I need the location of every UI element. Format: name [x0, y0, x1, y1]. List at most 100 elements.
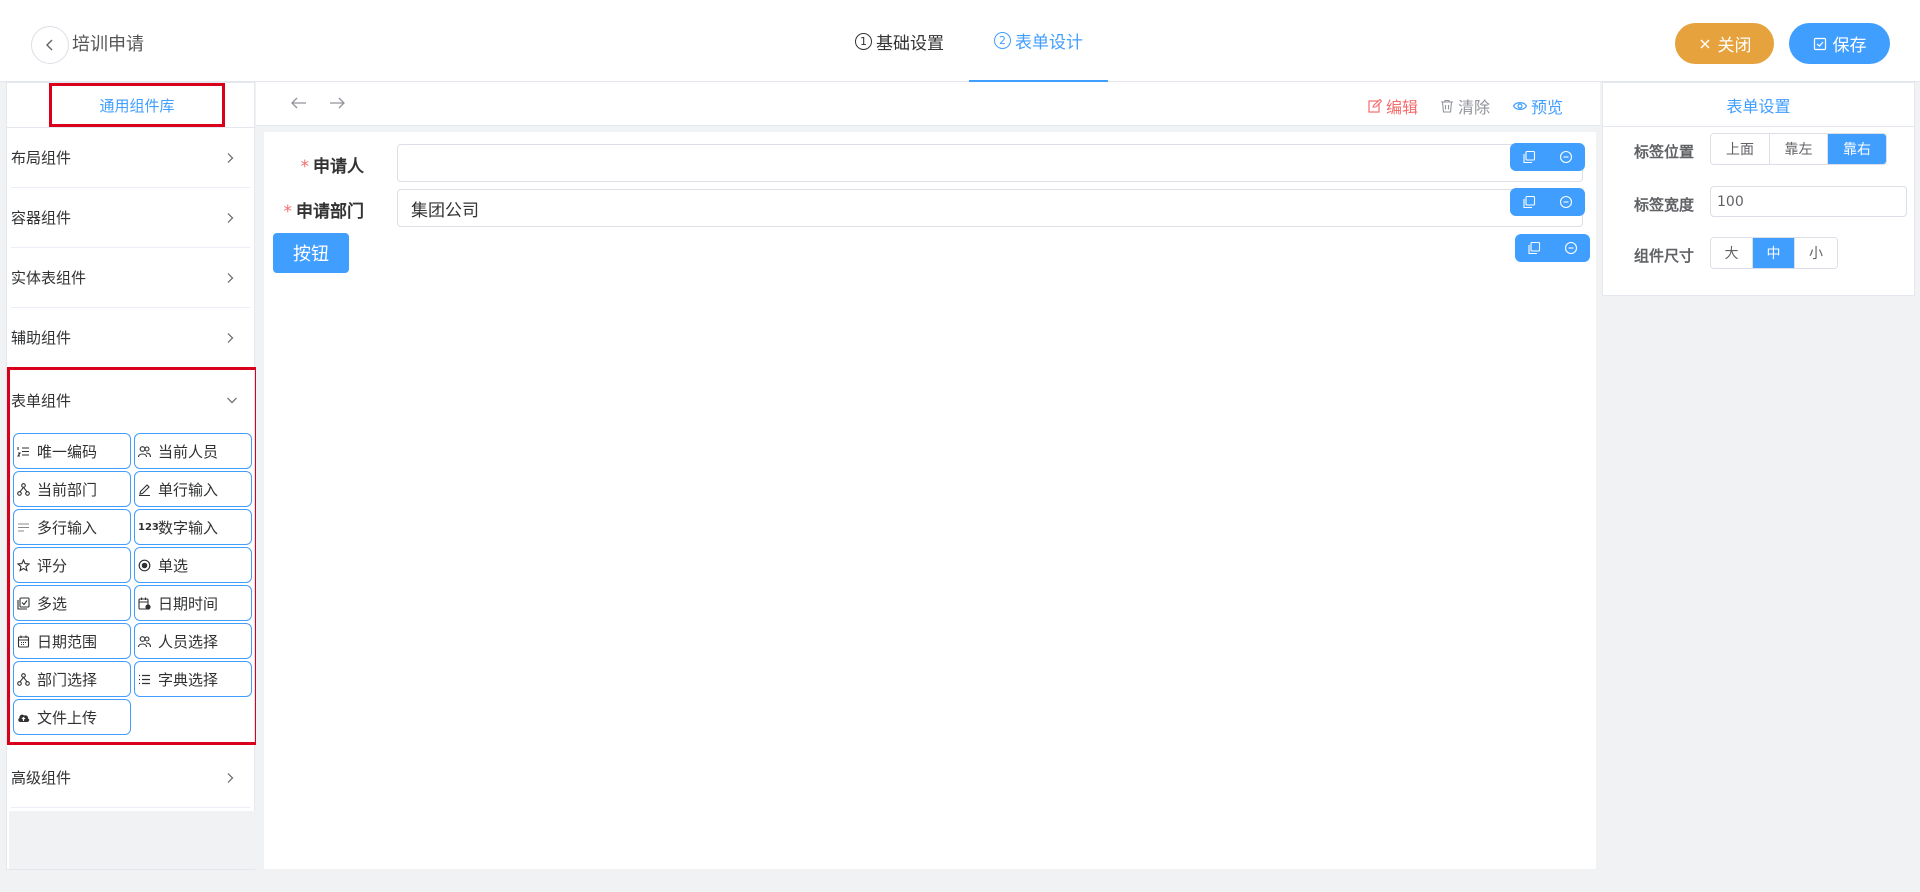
step-tabs: 1 基础设置 2 表单设计	[830, 0, 1108, 82]
setting-label-position: 标签位置 上面 靠左 靠右	[1603, 133, 1914, 167]
category-label: 布局组件	[11, 149, 72, 167]
chevron-left-icon	[46, 39, 53, 51]
copy-icon[interactable]	[1523, 237, 1545, 259]
component-checkbox[interactable]: 多选	[13, 585, 131, 621]
close-button[interactable]: 关闭	[1675, 23, 1774, 64]
undo-button[interactable]	[290, 94, 310, 114]
chevron-right-icon	[227, 772, 234, 783]
component-size-segmented: 大 中 小	[1710, 237, 1838, 269]
field-label-text: 申请人	[313, 157, 364, 177]
component-label: 数字输入	[158, 518, 219, 537]
component-current-user[interactable]: 当前人员	[134, 433, 252, 469]
option-medium[interactable]: 中	[1753, 238, 1795, 268]
row-tools	[1510, 188, 1585, 216]
close-icon	[1699, 38, 1710, 49]
row-tools	[1515, 234, 1590, 262]
checkbox-icon	[17, 596, 37, 610]
component-label: 文件上传	[37, 708, 98, 727]
category-layout[interactable]: 布局组件	[11, 128, 250, 188]
form-canvas: *申请人 *申请部门 按钮	[264, 132, 1596, 869]
org-icon	[17, 672, 37, 686]
form-row-department[interactable]: * 申请部门	[264, 188, 1596, 229]
category-container[interactable]: 容器组件	[11, 188, 250, 248]
component-label: 当前人员	[158, 442, 219, 461]
category-label: 表单组件	[11, 391, 72, 410]
chevron-right-icon	[227, 332, 234, 343]
component-label: 多行输入	[37, 518, 98, 537]
setting-component-size: 组件尺寸 大 中 小	[1603, 237, 1914, 271]
component-single-line-input[interactable]: 单行输入	[134, 471, 252, 507]
page-title: 培训申请	[72, 34, 144, 55]
option-right[interactable]: 靠右	[1828, 134, 1886, 164]
remove-icon[interactable]	[1560, 237, 1582, 259]
component-multi-line-input[interactable]: 多行输入	[13, 509, 131, 545]
clear-button[interactable]: 清除	[1440, 94, 1490, 118]
component-file-upload[interactable]: 文件上传	[13, 699, 131, 735]
component-label: 唯一编码	[37, 442, 98, 461]
step-number: 2	[994, 31, 1011, 49]
save-button[interactable]: 保存	[1789, 23, 1890, 64]
category-label: 实体表组件	[11, 269, 87, 287]
component-unique-code[interactable]: 唯一编码	[13, 433, 131, 469]
list-icon	[138, 673, 158, 686]
remove-icon[interactable]	[1555, 191, 1577, 213]
step-number: 1	[855, 32, 872, 50]
component-date-range[interactable]: 日期范围	[13, 623, 131, 659]
close-button-label: 关闭	[1717, 36, 1752, 55]
copy-icon[interactable]	[1518, 191, 1540, 213]
required-mark: *	[300, 157, 310, 177]
applicant-input[interactable]	[397, 144, 1583, 182]
option-small[interactable]: 小	[1795, 238, 1837, 268]
component-label: 部门选择	[37, 670, 98, 689]
tab-common-components[interactable]: 通用组件库	[49, 83, 225, 127]
component-label: 日期范围	[37, 632, 98, 651]
copy-icon[interactable]	[1518, 146, 1540, 168]
component-current-dept[interactable]: 当前部门	[13, 471, 131, 507]
department-input[interactable]	[397, 189, 1583, 227]
tab-basic-settings[interactable]: 1 基础设置	[830, 0, 969, 82]
star-icon	[17, 558, 37, 572]
field-label-text: 申请部门	[296, 202, 364, 222]
users-icon	[138, 635, 158, 648]
field-label: * 申请部门	[284, 197, 365, 222]
component-label: 单选	[158, 556, 189, 575]
option-top[interactable]: 上面	[1711, 134, 1770, 164]
component-number-input[interactable]: 123 数字输入	[134, 509, 252, 545]
component-dept-select[interactable]: 部门选择	[13, 661, 131, 697]
option-large[interactable]: 大	[1711, 238, 1753, 268]
cloud-upload-icon	[17, 711, 37, 724]
form-row-applicant[interactable]: * 申请人	[264, 143, 1596, 184]
component-label: 日期时间	[158, 594, 219, 613]
required-mark: *	[283, 202, 293, 222]
edit-button[interactable]: 编辑	[1368, 94, 1418, 118]
chevron-right-icon	[227, 272, 234, 283]
category-form[interactable]: 表单组件	[11, 370, 252, 430]
option-left[interactable]: 靠左	[1770, 134, 1828, 164]
category-entity-table[interactable]: 实体表组件	[11, 248, 250, 308]
preview-button[interactable]: 预览	[1513, 94, 1563, 118]
eye-icon	[1513, 102, 1527, 110]
redo-button[interactable]	[328, 94, 348, 114]
org-icon	[17, 482, 37, 496]
category-auxiliary[interactable]: 辅助组件	[11, 308, 250, 368]
step-label: 基础设置	[876, 33, 944, 54]
component-rating[interactable]: 评分	[13, 547, 131, 583]
tab-form-design[interactable]: 2 表单设计	[969, 0, 1108, 82]
label-position-segmented: 上面 靠左 靠右	[1710, 133, 1887, 165]
component-radio[interactable]: 单选	[134, 547, 252, 583]
component-dict-select[interactable]: 字典选择	[134, 661, 252, 697]
component-datetime[interactable]: 日期时间	[134, 585, 252, 621]
category-label: 辅助组件	[11, 329, 72, 347]
back-button[interactable]	[31, 26, 69, 64]
tab-form-settings[interactable]: 表单设置	[1603, 83, 1914, 127]
calendar-icon	[17, 635, 37, 648]
form-button-component[interactable]: 按钮	[273, 233, 349, 273]
category-advanced[interactable]: 高级组件	[11, 748, 250, 808]
list-number-icon	[17, 445, 37, 458]
component-library-panel: 通用组件库 布局组件 容器组件 实体表组件 辅助组件 表单组件 唯一编码 当前人…	[6, 82, 258, 870]
pen-icon	[138, 483, 158, 496]
component-user-select[interactable]: 人员选择	[134, 623, 252, 659]
remove-icon[interactable]	[1555, 146, 1577, 168]
label-width-input[interactable]	[1710, 186, 1907, 217]
arrow-right-icon	[330, 97, 345, 109]
